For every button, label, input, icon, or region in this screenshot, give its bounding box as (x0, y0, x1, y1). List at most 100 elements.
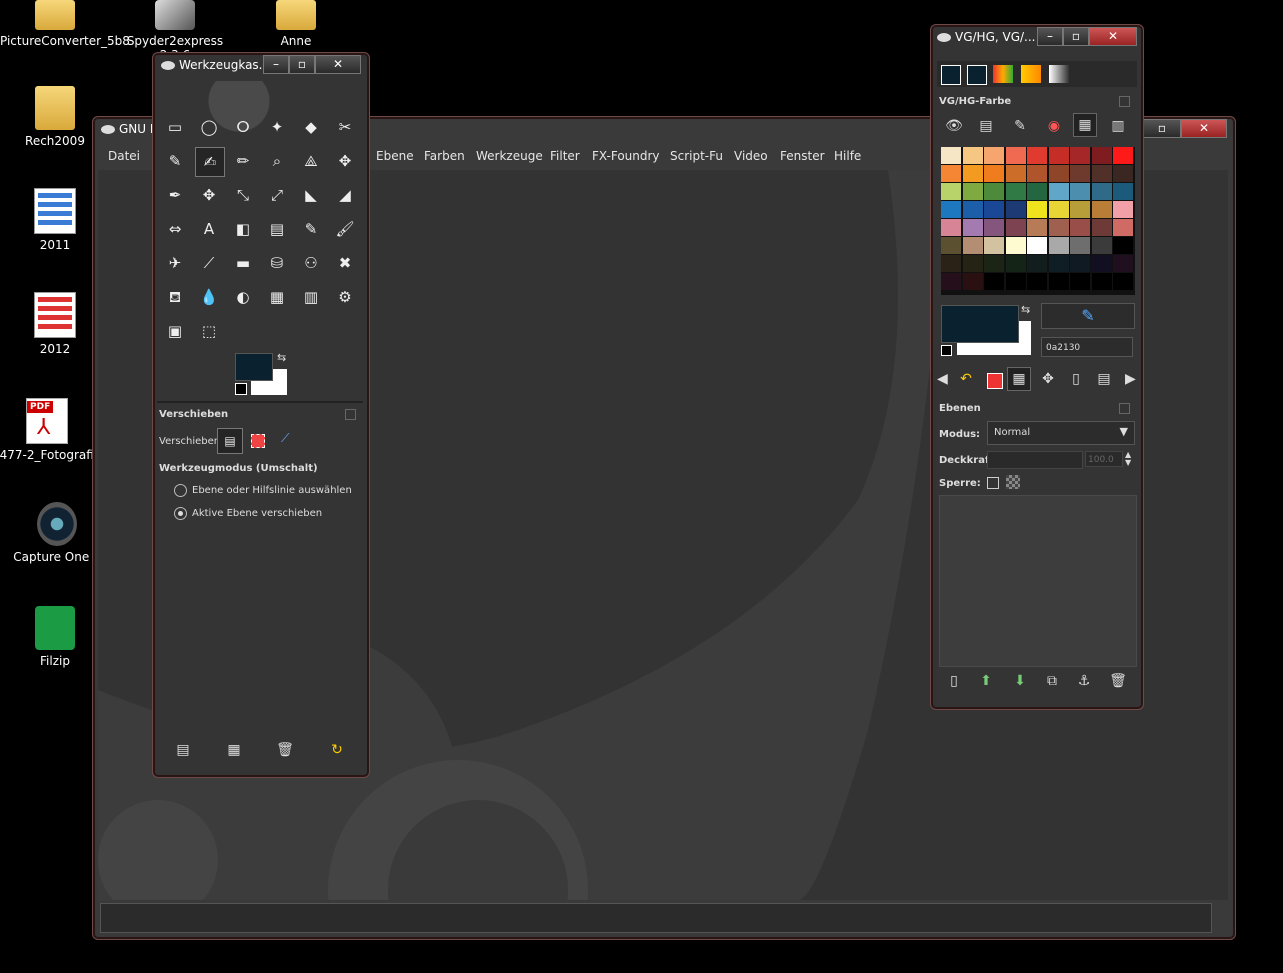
tool-button[interactable]: 💧 (195, 283, 223, 311)
move-selection-icon[interactable] (251, 434, 265, 448)
palette-swatch[interactable] (1091, 147, 1112, 164)
tool-button[interactable]: ✂ (331, 113, 359, 141)
panel-menu-icon[interactable] (1119, 96, 1130, 107)
minimize-button[interactable]: – (263, 55, 289, 74)
tab-fg-bg-icon-2[interactable] (967, 65, 987, 85)
duplicate-layer-icon[interactable]: ⧉ (1041, 670, 1063, 692)
palette-swatch[interactable] (1091, 165, 1112, 182)
tool-button[interactable]: ⛾ (161, 283, 189, 311)
palette-swatch[interactable] (1113, 255, 1133, 272)
lower-layer-icon[interactable]: ⬇ (1009, 670, 1031, 692)
palette-swatch[interactable] (941, 219, 961, 236)
palette-swatch[interactable] (1048, 237, 1069, 254)
palette-swatch[interactable] (1005, 219, 1026, 236)
move-layer-icon[interactable]: ▤ (217, 428, 243, 454)
prev-tab-arrow[interactable]: ◀ (937, 371, 948, 387)
tab-undo-icon[interactable]: ↶ (955, 368, 977, 390)
panel-menu-icon[interactable] (345, 409, 356, 420)
palette-swatch[interactable] (984, 255, 1004, 272)
palette-swatch[interactable] (1005, 201, 1026, 218)
menu-script-fu[interactable]: Script-Fu (670, 149, 723, 163)
menu-fx-foundry[interactable]: FX-Foundry (592, 149, 660, 163)
palette-swatch[interactable] (1048, 219, 1069, 236)
palette-swatch[interactable] (1048, 165, 1069, 182)
tool-button[interactable]: ▦ (263, 283, 291, 311)
palette-swatch[interactable] (1005, 183, 1026, 200)
palette-swatch[interactable] (1070, 147, 1090, 164)
tool-button[interactable]: ⟋ (195, 249, 223, 277)
palette-swatch[interactable] (1091, 183, 1112, 200)
tab-channels-icon[interactable] (987, 373, 1003, 389)
default-colors-icon[interactable] (941, 345, 952, 356)
palette-swatch[interactable] (1070, 201, 1090, 218)
desktop-icon-pdf[interactable]: PDF ⅄ 2477-2_Fotografie (0, 398, 102, 462)
scales-selector-icon[interactable]: ▥ (1107, 115, 1129, 137)
tool-button[interactable]: ✥ (331, 147, 359, 175)
palette-swatch[interactable] (1005, 255, 1026, 272)
palette-swatch[interactable] (1113, 183, 1133, 200)
palette-swatch[interactable] (1027, 255, 1047, 272)
tab-fg-bg-icon[interactable] (941, 65, 961, 85)
palette-swatch[interactable] (941, 183, 961, 200)
palette-swatch[interactable] (941, 255, 961, 272)
tool-button[interactable]: ▭ (161, 113, 189, 141)
panel-menu-icon[interactable] (1119, 403, 1130, 414)
palette-swatch[interactable] (984, 183, 1004, 200)
anchor-layer-icon[interactable]: ⚓ (1073, 670, 1095, 692)
reset-options-icon[interactable]: ↻ (326, 739, 348, 761)
delete-layer-icon[interactable]: 🗑 (1107, 670, 1129, 692)
delete-options-icon[interactable]: 🗑 (274, 739, 296, 761)
palette-swatch[interactable] (1070, 183, 1090, 200)
tool-button[interactable]: 🖌 (331, 215, 359, 243)
palette-swatch[interactable] (1070, 165, 1090, 182)
tool-button[interactable]: ⚙ (331, 283, 359, 311)
palette-swatch[interactable] (941, 147, 961, 164)
palette-swatch[interactable] (1005, 147, 1026, 164)
palette-swatch[interactable] (1070, 273, 1090, 290)
gimp-selector-icon[interactable]: 👁 (943, 115, 965, 137)
tool-button[interactable]: ⤢ (263, 181, 291, 209)
palette-swatch[interactable] (1070, 219, 1090, 236)
menu-fenster[interactable]: Fenster (780, 149, 825, 163)
palette-swatch[interactable] (962, 219, 983, 236)
desktop-icon-pictureconverter[interactable]: PictureConverter_5b8 (0, 0, 130, 48)
tab-layers-icon[interactable]: ▤ (1093, 368, 1115, 390)
palette-swatch[interactable] (1113, 201, 1133, 218)
palette-swatch[interactable] (1048, 147, 1069, 164)
close-button[interactable]: ✕ (1089, 27, 1137, 46)
wheel-selector-icon[interactable]: ◉ (1043, 115, 1065, 137)
tool-button[interactable]: ◣ (297, 181, 325, 209)
next-tab-arrow[interactable]: ▶ (1125, 371, 1136, 387)
close-button[interactable]: ✕ (1181, 119, 1227, 138)
palette-swatch[interactable] (1005, 237, 1026, 254)
palette-swatch[interactable] (1027, 165, 1047, 182)
tool-button[interactable]: ▤ (263, 215, 291, 243)
radio-select-layer-or-guide[interactable] (174, 484, 187, 497)
palette-swatch[interactable] (1048, 255, 1069, 272)
palette-swatch[interactable] (1113, 165, 1133, 182)
tool-button[interactable]: ✈ (161, 249, 189, 277)
tool-button[interactable]: ◐ (229, 283, 257, 311)
palette-swatch[interactable] (1113, 147, 1133, 164)
palette-swatch[interactable] (941, 273, 961, 290)
palette-swatch[interactable] (1027, 147, 1047, 164)
palette-swatch[interactable] (1048, 273, 1069, 290)
tab-gradients-icon[interactable] (1049, 65, 1069, 83)
menu-datei[interactable]: Datei (108, 149, 140, 163)
color-picker-button[interactable]: ✎ (1041, 303, 1135, 329)
default-colors-icon[interactable] (235, 383, 247, 395)
cmyk-selector-icon[interactable]: ▤ (975, 115, 997, 137)
swap-colors-icon[interactable]: ⇆ (1021, 303, 1030, 316)
tool-button[interactable]: ✖ (331, 249, 359, 277)
foreground-color-swatch[interactable] (235, 353, 273, 381)
palette-swatch[interactable] (1113, 237, 1133, 254)
menu-ebene[interactable]: Ebene (376, 149, 414, 163)
tool-button[interactable]: ⌕ (263, 147, 291, 175)
tab-gradient-icon[interactable] (1021, 65, 1041, 83)
swap-colors-icon[interactable]: ⇆ (277, 351, 286, 364)
tab-histogram-icon[interactable]: ▦ (1007, 367, 1031, 391)
tool-button[interactable]: ⤡ (229, 181, 257, 209)
palette-swatch[interactable] (984, 273, 1004, 290)
palette-swatch[interactable] (962, 255, 983, 272)
palette-swatch[interactable] (962, 201, 983, 218)
